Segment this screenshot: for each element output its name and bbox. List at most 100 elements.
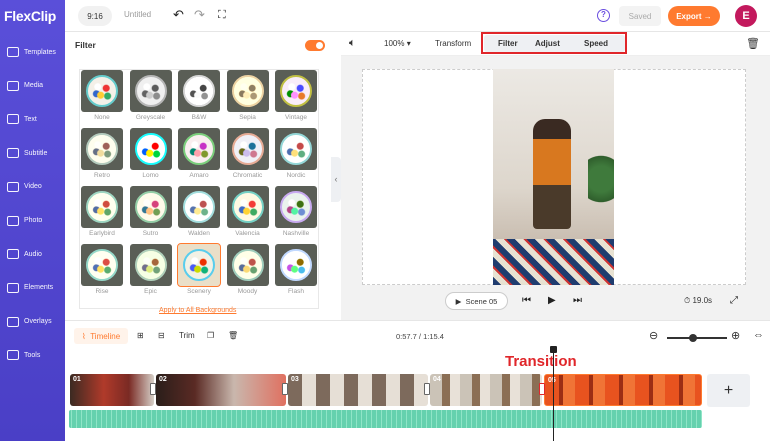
sidebar-item-video[interactable]: Video xyxy=(0,173,65,201)
filter-item[interactable]: Valencia xyxy=(226,186,274,237)
filter-item[interactable]: None xyxy=(80,70,128,121)
audio-track[interactable] xyxy=(69,410,702,428)
filter-item[interactable]: Rise xyxy=(80,244,128,295)
filter-label: Moody xyxy=(237,288,258,295)
project-title[interactable]: Untitled xyxy=(124,10,151,19)
sidebar: FlexClip Templates Media Text Subtitle Video… xyxy=(0,0,65,441)
candy-bowl-image xyxy=(231,75,264,107)
filter-thumbnail xyxy=(226,186,269,228)
timeline-clip[interactable]: 01 xyxy=(70,374,154,406)
zoom-select[interactable]: 100% ▾ xyxy=(384,39,411,48)
previous-icon[interactable]: ⏮︎ xyxy=(522,295,531,306)
sidebar-item-templates[interactable]: Templates xyxy=(0,38,65,66)
audio-icon xyxy=(7,249,19,260)
transition-icon-highlighted[interactable] xyxy=(539,383,545,395)
zoom-slider[interactable] xyxy=(667,334,727,342)
playhead[interactable] xyxy=(550,346,557,441)
filter-item[interactable]: Flash xyxy=(274,244,322,295)
filter-item[interactable]: Lomo xyxy=(129,128,177,179)
add-icon[interactable]: ⊞ xyxy=(137,331,144,340)
collapse-panel-icon[interactable]: ‹ xyxy=(331,157,341,202)
fullscreen-icon[interactable]: ⛶ xyxy=(218,8,226,22)
duplicate-icon[interactable]: ❐ xyxy=(207,331,214,340)
delete-clip-icon[interactable]: 🗑︎ xyxy=(228,331,238,340)
apply-to-all-link[interactable]: Apply to All Backgrounds xyxy=(159,307,236,314)
play-icon[interactable]: ▶ xyxy=(548,295,556,306)
zoom-in-icon[interactable]: ⊕ xyxy=(731,329,740,342)
sidebar-item-photo[interactable]: Photo xyxy=(0,207,65,235)
scene-button[interactable]: ▶ Scene 05 xyxy=(445,292,508,310)
candy-bowl-image xyxy=(183,75,215,107)
delete-icon[interactable]: 🗑︎ xyxy=(746,37,760,50)
redo-icon[interactable]: ↷ xyxy=(194,8,205,22)
aspect-ratio-button[interactable]: 9:16 xyxy=(78,6,112,26)
timeline-toolbar: ⌇ Timeline ⊞ ⊟ Trim ❐ 🗑︎ 0:57.7 / 1:15.4… xyxy=(65,320,770,350)
sidebar-item-label: Subtitle xyxy=(24,149,48,157)
sidebar-item-elements[interactable]: Elements xyxy=(0,274,65,302)
sidebar-item-audio[interactable]: Audio xyxy=(0,240,65,268)
filter-item[interactable]: B&W xyxy=(177,70,225,121)
filter-item[interactable]: Epic xyxy=(129,244,177,295)
timeline-button[interactable]: ⌇ Timeline xyxy=(74,328,128,344)
sidebar-item-overlays[interactable]: Overlays xyxy=(0,308,65,336)
filter-item[interactable]: Nordic xyxy=(274,128,322,179)
filter-toggle[interactable] xyxy=(305,40,325,51)
filter-item[interactable]: Sepia xyxy=(226,70,274,121)
filter-item[interactable]: Sutro xyxy=(129,186,177,237)
trim-button[interactable]: Trim xyxy=(179,331,195,340)
filter-label: Greyscale xyxy=(135,114,166,121)
volume-icon[interactable]: 🔈︎ xyxy=(349,37,356,50)
filter-label: Vintage xyxy=(285,114,307,121)
flexclip-logo[interactable]: FlexClip xyxy=(4,8,56,24)
filter-item[interactable]: Vintage xyxy=(274,70,322,121)
sidebar-item-text[interactable]: Text xyxy=(0,105,65,133)
zoom-out-icon[interactable]: ⊖ xyxy=(649,329,658,342)
candy-bowl-image xyxy=(280,133,312,165)
filter-label: Retro xyxy=(94,172,110,179)
timeline-clip[interactable]: 04 xyxy=(430,374,542,406)
undo-icon[interactable]: ↶ xyxy=(173,8,184,22)
candy-bowl-image xyxy=(183,249,215,281)
fit-icon[interactable]: ⇔ xyxy=(753,329,764,341)
clip-number: 04 xyxy=(433,376,441,383)
filter-item[interactable]: Amaro xyxy=(177,128,225,179)
filter-thumbnail xyxy=(129,186,172,228)
filter-item[interactable]: Scenery xyxy=(177,243,225,295)
timeline-clip[interactable]: 03 xyxy=(288,374,428,406)
filter-item[interactable]: Greyscale xyxy=(129,70,177,121)
fullscreen-preview-icon[interactable]: ⤢ xyxy=(730,295,738,306)
filter-label: Sutro xyxy=(142,230,159,237)
filter-item[interactable]: Retro xyxy=(80,128,128,179)
filter-thumbnail xyxy=(81,186,123,228)
sidebar-item-tools[interactable]: Tools xyxy=(0,341,65,369)
filter-item[interactable]: Walden xyxy=(177,186,225,237)
filter-item[interactable]: Earlybird xyxy=(80,186,128,237)
split-icon[interactable]: ⊟ xyxy=(158,331,165,340)
filter-thumbnail xyxy=(178,128,220,170)
media-icon xyxy=(7,80,19,91)
duration-display[interactable]: ⏱︎ 19.0s xyxy=(684,296,712,306)
filter-thumbnail xyxy=(129,128,172,170)
sidebar-item-media[interactable]: Media xyxy=(0,72,65,100)
filter-item[interactable]: Nashville xyxy=(274,186,322,237)
export-button[interactable]: Export → xyxy=(668,6,720,26)
timeline-clip[interactable]: 05 xyxy=(544,374,702,406)
transition-icon[interactable] xyxy=(424,383,430,395)
flexclip-editor: { "app": {"logo": "FlexClip"}, "sidebar"… xyxy=(0,0,770,441)
sidebar-item-subtitle[interactable]: Subtitle xyxy=(0,139,65,167)
filter-item[interactable]: Moody xyxy=(226,244,274,295)
avatar[interactable]: E xyxy=(735,5,757,27)
help-icon[interactable]: ? xyxy=(597,9,610,22)
timeline-clip[interactable]: 02 xyxy=(156,374,286,406)
sidebar-item-label: Overlays xyxy=(24,318,52,326)
subtitle-icon xyxy=(7,148,19,159)
transition-icon[interactable] xyxy=(150,383,156,395)
filter-item[interactable]: Chromatic xyxy=(226,128,274,179)
video-frame[interactable] xyxy=(493,69,614,285)
candy-bowl-image xyxy=(231,191,264,223)
transition-icon[interactable] xyxy=(282,383,288,395)
transform-button[interactable]: Transform xyxy=(435,39,471,48)
next-icon[interactable]: ⏭︎ xyxy=(573,295,582,306)
filter-thumbnail xyxy=(177,243,221,287)
add-clip-button[interactable]: + xyxy=(707,374,750,407)
